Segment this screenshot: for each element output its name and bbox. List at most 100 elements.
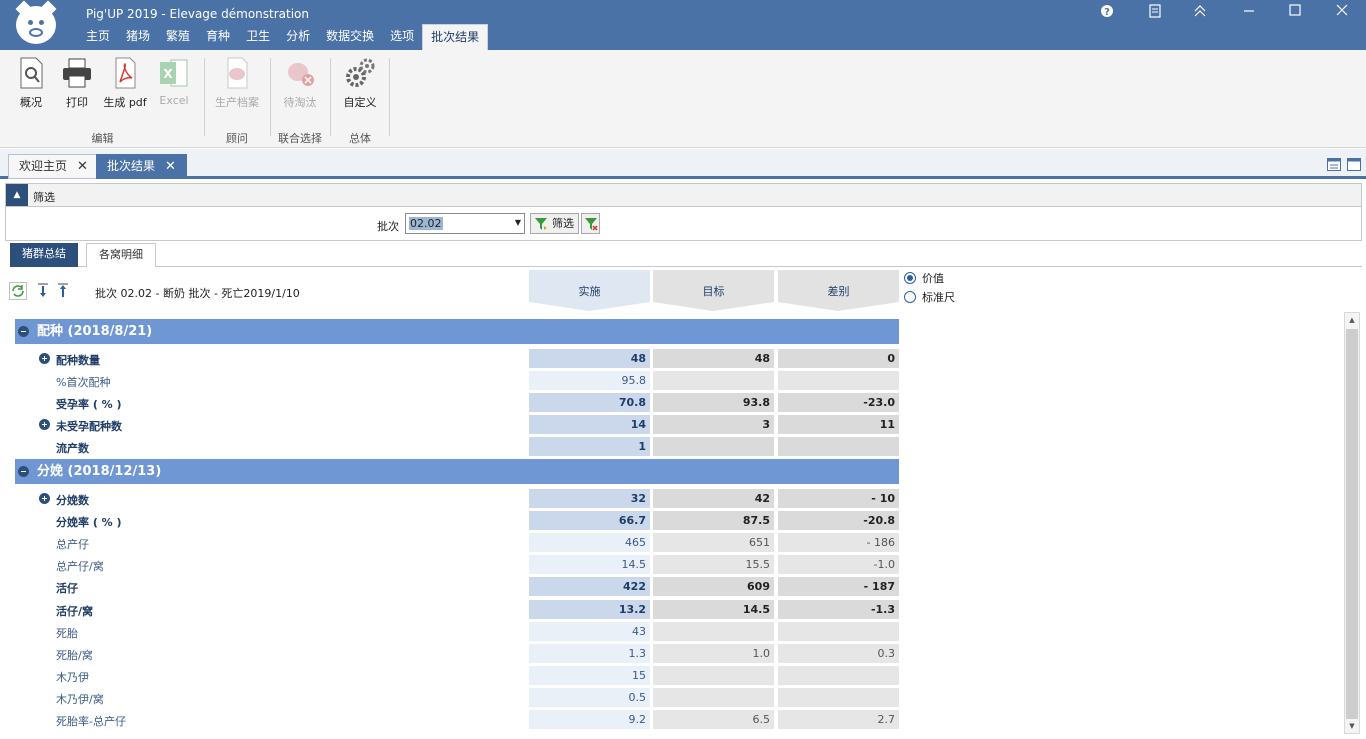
generate-pdf-button[interactable]: 生成 pdf bbox=[102, 56, 148, 110]
table-row: 活仔 422 609 - 187 bbox=[15, 577, 899, 596]
radio-standard[interactable]: 标准尺 bbox=[904, 289, 955, 305]
menu-genetics[interactable]: 育种 bbox=[198, 24, 238, 50]
cell-actual: 422 bbox=[529, 577, 650, 596]
joint-select-group-label: 联合选择 bbox=[278, 132, 322, 145]
section-breeding[interactable]: 配种 (2018/8/21) bbox=[15, 319, 899, 344]
document-search-icon bbox=[14, 56, 48, 90]
radio-value[interactable]: 价值 bbox=[904, 270, 944, 286]
section-title: 配种 (2018/8/21) bbox=[37, 324, 153, 339]
close-tab-icon[interactable]: ✕ bbox=[165, 159, 176, 174]
menu-breeding[interactable]: 繁殖 bbox=[158, 24, 198, 50]
cell-difference: 0.3 bbox=[778, 644, 899, 663]
cell-target: 42 bbox=[653, 489, 774, 508]
production-file-button[interactable]: 生产档案 bbox=[212, 56, 262, 110]
row-label: 流产数 bbox=[56, 442, 89, 455]
maximize-panel-icon[interactable] bbox=[1347, 158, 1361, 174]
menu-data-exchange[interactable]: 数据交换 bbox=[318, 24, 382, 50]
tab-welcome[interactable]: 欢迎主页 ✕ bbox=[8, 154, 99, 179]
row-label: 活仔/窝 bbox=[56, 605, 94, 618]
general-group-label: 总体 bbox=[349, 132, 371, 145]
view-tabs: 猪群总结 各窝明细 bbox=[10, 243, 1362, 267]
chevron-down-icon: ▼ bbox=[514, 218, 521, 227]
scroll-up-icon[interactable]: ▲ bbox=[1345, 313, 1359, 327]
vertical-scrollbar[interactable]: ▲ ▼ bbox=[1344, 312, 1360, 734]
menu-home[interactable]: 主页 bbox=[78, 24, 118, 50]
section-farrowing[interactable]: 分娩 (2018/12/13) bbox=[15, 459, 899, 484]
cell-difference bbox=[778, 437, 899, 456]
cell-actual: 465 bbox=[529, 533, 650, 552]
close-tab-icon[interactable]: ✕ bbox=[77, 159, 88, 174]
help-icon[interactable]: ? bbox=[1096, 4, 1118, 20]
section-title: 分娩 (2018/12/13) bbox=[37, 464, 162, 479]
cell-target: 651 bbox=[653, 533, 774, 552]
column-actual-label: 实施 bbox=[529, 270, 650, 302]
ribbon-separator bbox=[389, 58, 390, 136]
cell-actual: 70.8 bbox=[529, 393, 650, 412]
table-row: 流产数 1 bbox=[15, 437, 899, 456]
expand-row-icon[interactable] bbox=[39, 353, 50, 364]
row-label: 总产仔/窝 bbox=[56, 560, 104, 573]
maximize-icon[interactable] bbox=[1284, 4, 1306, 20]
cell-target: 3 bbox=[653, 415, 774, 434]
overview-label: 概况 bbox=[20, 96, 42, 109]
sort-up-icon[interactable] bbox=[57, 282, 77, 300]
radio-unselected-icon bbox=[904, 291, 916, 303]
menu-batch-results[interactable]: 批次结果 bbox=[422, 24, 489, 50]
scroll-down-icon[interactable]: ▼ bbox=[1345, 719, 1359, 733]
batch-select[interactable]: 02.02 ▼ bbox=[405, 213, 525, 234]
cell-actual: 66.7 bbox=[529, 511, 650, 530]
cell-actual: 9.2 bbox=[529, 710, 650, 729]
refresh-icon[interactable] bbox=[9, 282, 29, 300]
cell-actual: 43 bbox=[529, 622, 650, 641]
menu-analysis[interactable]: 分析 bbox=[278, 24, 318, 50]
collapse-icon[interactable]: ▲ bbox=[6, 184, 28, 206]
tab-herd-summary[interactable]: 猪群总结 bbox=[10, 243, 78, 267]
cell-target: 15.5 bbox=[653, 555, 774, 574]
minimize-icon[interactable] bbox=[1238, 4, 1260, 20]
print-button[interactable]: 打印 bbox=[58, 56, 96, 110]
close-icon[interactable] bbox=[1331, 4, 1353, 20]
menu-options[interactable]: 选项 bbox=[382, 24, 422, 50]
batch-select-value: 02.02 bbox=[409, 217, 443, 230]
tab-batch-results[interactable]: 批次结果 ✕ bbox=[96, 154, 187, 179]
row-label: 死胎率-总产仔 bbox=[56, 715, 126, 728]
tab-litter-detail[interactable]: 各窝明细 bbox=[86, 243, 156, 267]
custom-button[interactable]: 自定义 bbox=[338, 56, 382, 110]
excel-label: Excel bbox=[159, 94, 189, 107]
tab-list-icon[interactable] bbox=[1327, 158, 1341, 174]
menu-farm[interactable]: 猪场 bbox=[118, 24, 158, 50]
menu-health[interactable]: 卫生 bbox=[238, 24, 278, 50]
column-header-target: 目标 bbox=[653, 270, 774, 312]
collapse-section-icon[interactable] bbox=[18, 466, 29, 477]
generate-pdf-label: 生成 pdf bbox=[103, 96, 147, 109]
tab-batch-results-label: 批次结果 bbox=[107, 159, 156, 173]
sort-down-icon[interactable] bbox=[37, 282, 57, 300]
row-label: %首次配种 bbox=[56, 376, 111, 389]
overview-button[interactable]: 概况 bbox=[12, 56, 50, 110]
radio-selected-icon bbox=[904, 272, 916, 284]
table-row: 分娩率 ( % ) 66.7 87.5 -20.8 bbox=[15, 511, 899, 530]
gears-icon bbox=[343, 56, 377, 90]
cell-actual: 15 bbox=[529, 666, 650, 685]
tab-welcome-label: 欢迎主页 bbox=[19, 159, 68, 173]
cell-difference bbox=[778, 688, 899, 707]
restore-ribbon-icon[interactable] bbox=[1189, 4, 1211, 20]
notes-icon[interactable] bbox=[1144, 4, 1166, 20]
cell-target: 609 bbox=[653, 577, 774, 596]
cell-target bbox=[653, 666, 774, 685]
cell-target bbox=[653, 437, 774, 456]
collapse-section-icon[interactable] bbox=[18, 326, 29, 337]
expand-row-icon[interactable] bbox=[39, 493, 50, 504]
scroll-thumb[interactable] bbox=[1346, 329, 1358, 719]
expand-row-icon[interactable] bbox=[39, 419, 50, 430]
ribbon-separator bbox=[330, 58, 331, 136]
culling-button[interactable]: 待淘汰 bbox=[278, 56, 322, 110]
cell-actual: 14 bbox=[529, 415, 650, 434]
radio-standard-label: 标准尺 bbox=[922, 291, 955, 304]
document-tabs: 欢迎主页 ✕ 批次结果 ✕ bbox=[0, 149, 1366, 179]
row-label: 木乃伊 bbox=[56, 671, 89, 684]
excel-button[interactable]: X Excel bbox=[156, 56, 192, 107]
pig-logo-icon bbox=[15, 0, 57, 44]
clear-filter-button[interactable] bbox=[581, 213, 600, 234]
apply-filter-button[interactable]: 筛选 bbox=[530, 213, 579, 234]
